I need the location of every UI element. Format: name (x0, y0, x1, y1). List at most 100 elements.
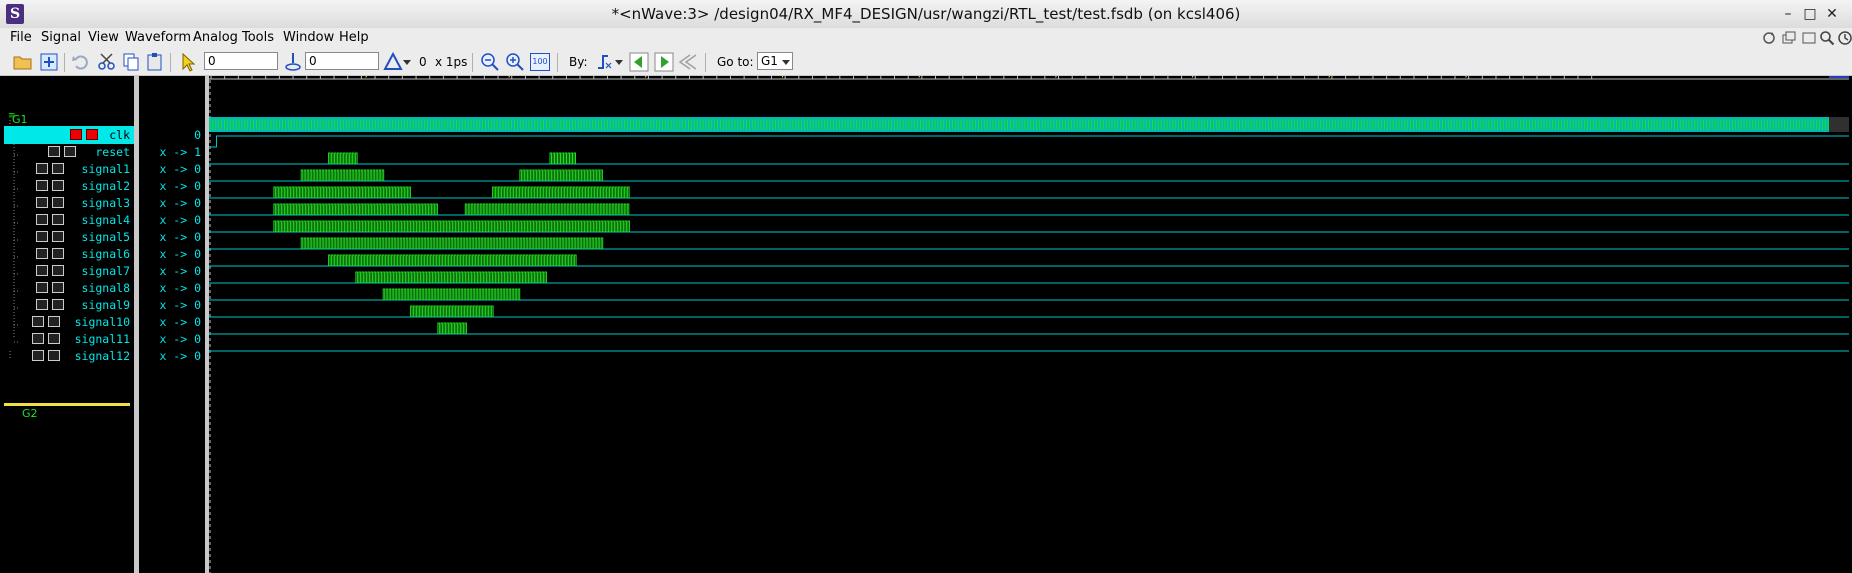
cut-icon[interactable] (96, 51, 118, 73)
delta-dropdown-icon[interactable] (402, 51, 412, 73)
copy-icon[interactable] (120, 51, 142, 73)
ruler-tick-label: 100,000 (487, 76, 531, 79)
sync-icon[interactable] (1761, 30, 1777, 46)
signal1-toggle-burst (549, 152, 576, 164)
signal4-toggle-burst (464, 203, 630, 215)
signal-name: signal1 (81, 162, 130, 176)
signal-pane: G1 ≡ clk reset signal1 signal2 signal3 s… (4, 76, 134, 573)
menu-signal[interactable]: Signal (41, 30, 81, 45)
signal-name: signal3 (81, 196, 130, 210)
search-back-all-icon[interactable] (678, 51, 700, 73)
logic-type-icon (48, 316, 60, 327)
search-forward-icon[interactable] (653, 51, 675, 73)
edge-search-icon[interactable] (594, 51, 616, 73)
signal-row[interactable]: signal4 (4, 211, 134, 229)
waveform-canvas[interactable]: 0 50,000 100,000 150,000 200,000 250,000 300,0… (209, 76, 1852, 573)
marker-time-input[interactable]: 0 (305, 52, 379, 70)
group-expand-icon[interactable]: ≡ (8, 111, 16, 121)
signal-name: signal2 (81, 179, 130, 193)
close-button[interactable]: ✕ (1822, 4, 1842, 24)
menu-file[interactable]: File (10, 30, 32, 45)
clock-row-end (1829, 117, 1849, 132)
zoom-in-icon[interactable] (504, 51, 526, 73)
signal-value: x -> 0 (159, 332, 201, 346)
zoom-out-icon[interactable] (479, 51, 501, 73)
history-icon[interactable] (1837, 30, 1852, 46)
zoom-fit-button[interactable]: 100 (530, 53, 550, 71)
maximize-button[interactable]: □ (1800, 4, 1820, 24)
signal8-toggle-burst (355, 271, 547, 283)
signal-row[interactable]: signal5 (4, 228, 134, 246)
undock-icon[interactable] (1801, 30, 1817, 46)
menu-view[interactable]: View (88, 30, 119, 45)
signal-row[interactable]: signal1 (4, 160, 134, 178)
wave-type-icon (36, 163, 48, 174)
signal-row[interactable]: signal7 (4, 262, 134, 280)
signal6-toggle-burst (300, 237, 604, 249)
logic-type-icon (48, 333, 60, 344)
signal-row[interactable]: signal8 (4, 279, 134, 297)
add-signal-icon[interactable] (38, 51, 60, 73)
logic-type-icon (52, 282, 64, 293)
signal-row[interactable]: signal12 (4, 347, 134, 365)
open-folder-icon[interactable] (12, 51, 34, 73)
cursor-time-input[interactable]: 0 (204, 52, 278, 70)
signal4-toggle-burst (273, 203, 438, 215)
signal-value: x -> 0 (159, 230, 201, 244)
signal2-toggle-burst (519, 169, 603, 181)
waveform-pane[interactable]: 0 50,000 100,000 150,000 200,000 250,000 300,0… (209, 76, 1852, 573)
search-by-label: By: (569, 55, 588, 69)
ruler-end-marker (1829, 76, 1849, 78)
reset-waveform (209, 135, 1849, 148)
time-unit-label: x 1ps (435, 55, 468, 69)
minimize-button[interactable]: – (1778, 4, 1798, 24)
cursor-pointer-icon[interactable] (178, 51, 200, 73)
signal-value: 0 (194, 128, 201, 142)
wave-type-icon (32, 316, 44, 327)
signal-row[interactable]: signal9 (4, 296, 134, 314)
paste-icon[interactable] (144, 51, 166, 73)
signal-row[interactable]: signal2 (4, 177, 134, 195)
ruler-tick-label: 0 (214, 76, 220, 79)
menu-waveform[interactable]: Waveform (125, 30, 191, 45)
signal-name: signal10 (74, 315, 130, 329)
signal-row[interactable]: signal3 (4, 194, 134, 212)
menu-bar: File Signal View Waveform Analog Tools W… (0, 28, 1852, 50)
search-backward-icon[interactable] (628, 51, 650, 73)
title-bar: S *<nWave:3> /design04/RX_MF4_DESIGN/usr… (0, 0, 1852, 29)
by-dropdown-icon[interactable] (614, 51, 624, 73)
wave-type-icon (36, 231, 48, 242)
wave-type-icon (36, 299, 48, 310)
menu-help[interactable]: Help (339, 30, 369, 45)
signal-value: x -> 0 (159, 179, 201, 193)
wave-type-icon (36, 197, 48, 208)
undo-icon[interactable] (70, 51, 92, 73)
windows-icon[interactable] (1781, 30, 1797, 46)
logic-type-icon (48, 350, 60, 361)
signal-row[interactable]: signal6 (4, 245, 134, 263)
menu-tools[interactable]: Tools (242, 30, 274, 45)
wave-type-icon (36, 180, 48, 191)
signal-name: clk (109, 128, 130, 142)
menu-window[interactable]: Window (283, 30, 334, 45)
signal-value: x -> 0 (159, 162, 201, 176)
signal-name: signal6 (81, 247, 130, 261)
signal-row[interactable]: signal11 (4, 330, 134, 348)
goto-dropdown-icon[interactable] (780, 51, 792, 73)
toolbar-separator (64, 53, 65, 72)
signal-row[interactable]: reset (4, 143, 134, 161)
menu-analog[interactable]: Analog (193, 30, 238, 45)
window-title: *<nWave:3> /design04/RX_MF4_DESIGN/usr/w… (611, 5, 1241, 23)
signal-row[interactable]: signal10 (4, 313, 134, 331)
marker-icon[interactable] (282, 51, 304, 73)
signal-value: x -> 0 (159, 349, 201, 363)
signal3-toggle-burst (492, 186, 630, 198)
group-name[interactable]: G2 (22, 407, 38, 420)
signal-name: signal8 (81, 281, 130, 295)
signal-row-selected[interactable]: clk (4, 126, 134, 144)
logic-type-icon (52, 214, 64, 225)
signal9-toggle-burst (382, 288, 521, 300)
search-icon[interactable] (1819, 30, 1835, 46)
signal-name: reset (95, 145, 130, 159)
delta-icon[interactable] (382, 51, 404, 73)
